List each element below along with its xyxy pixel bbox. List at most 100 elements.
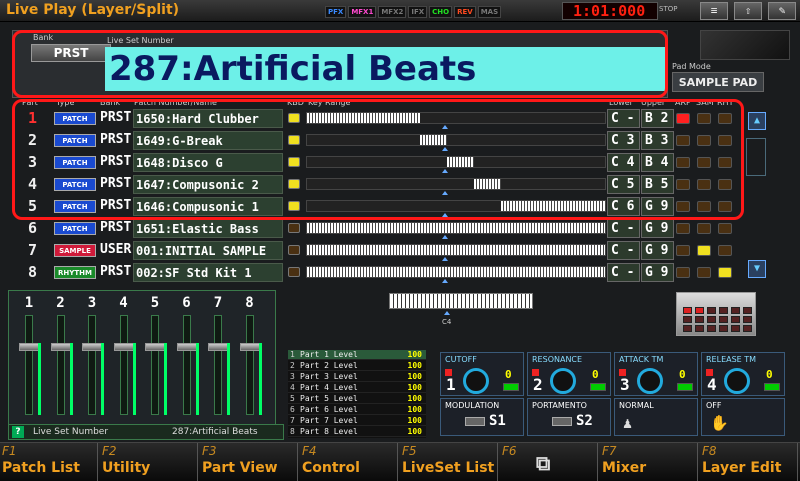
arp-switch[interactable]	[676, 267, 690, 278]
part-level-row[interactable]: 1 Part 1 Level 100	[288, 350, 426, 360]
part-row[interactable]: 7 SAMPLE USER 001:INITIAL SAMPLE C -G 9	[0, 240, 800, 262]
lower-key[interactable]: C -	[607, 241, 640, 260]
part-level-row[interactable]: 4 Part 4 Level 100	[288, 383, 426, 393]
rhy-switch[interactable]	[718, 245, 732, 256]
part-bank[interactable]: PRST	[100, 220, 131, 235]
switch-icon[interactable]: ✋	[710, 414, 729, 432]
control-switch[interactable]: PORTAMENTO S2	[527, 398, 611, 436]
function-key[interactable]: F6 ⧉	[500, 443, 598, 481]
kbd-switch[interactable]	[288, 267, 300, 277]
part-patch-name[interactable]: 001:INITIAL SAMPLE	[133, 241, 283, 260]
switch-button[interactable]	[465, 417, 485, 426]
knob-icon[interactable]	[463, 368, 489, 394]
fader-knob[interactable]	[176, 343, 197, 351]
scroll-track[interactable]	[746, 138, 766, 176]
kbd-switch[interactable]	[288, 245, 300, 255]
sam-switch[interactable]	[697, 223, 711, 234]
fader-knob[interactable]	[19, 343, 39, 351]
fader-track[interactable]	[245, 315, 254, 415]
sam-switch[interactable]	[697, 267, 711, 278]
fader-track[interactable]	[182, 315, 191, 415]
part-level-row[interactable]: 8 Part 8 Level 100	[288, 427, 426, 437]
sam-switch[interactable]	[697, 245, 711, 256]
sample-pad	[707, 325, 716, 332]
part-type-badge[interactable]: RHYTHM	[54, 266, 96, 279]
function-key[interactable]: F8 Layer Edit	[700, 443, 798, 481]
function-key-label: Part View	[202, 460, 278, 476]
fader-knob[interactable]	[113, 343, 134, 351]
mixer-channel: 2	[47, 295, 75, 419]
control-number: 1	[446, 375, 456, 394]
fader-knob[interactable]	[208, 343, 228, 351]
function-key[interactable]: F2 Utility	[100, 443, 198, 481]
control-knob[interactable]: RELEASE TM 4 0	[701, 352, 785, 396]
control-switch[interactable]: MODULATION S1	[440, 398, 524, 436]
keyboard-pointer	[444, 311, 450, 315]
lower-key[interactable]: C -	[607, 263, 640, 282]
part-patch-name[interactable]: 1651:Elastic Bass	[133, 219, 283, 238]
fader-track[interactable]	[151, 315, 159, 415]
fader-track[interactable]	[56, 315, 65, 415]
part-bank[interactable]: PRST	[100, 264, 131, 279]
part-level-row[interactable]: 5 Part 5 Level 100	[288, 394, 426, 404]
kbd-switch[interactable]	[288, 223, 300, 233]
upper-key[interactable]: G 9	[641, 219, 674, 238]
key-range-bar[interactable]	[306, 244, 606, 256]
part-number[interactable]: 8	[28, 263, 37, 281]
rhy-switch[interactable]	[718, 267, 732, 278]
control-switch[interactable]: NORMAL ♟	[614, 398, 698, 436]
part-level-row[interactable]: 2 Part 2 Level 100	[288, 361, 426, 371]
fader-knob[interactable]	[239, 343, 260, 351]
function-key[interactable]: F5 LiveSet List	[400, 443, 498, 481]
part-bank[interactable]: USER	[100, 242, 131, 257]
arp-switch[interactable]	[676, 223, 690, 234]
sample-pad	[695, 307, 704, 314]
upper-key[interactable]: G 9	[641, 263, 674, 282]
part-type-badge[interactable]: SAMPLE	[54, 244, 96, 257]
part-number[interactable]: 7	[28, 241, 37, 259]
lower-key[interactable]: C -	[607, 219, 640, 238]
fader-track[interactable]	[88, 315, 96, 415]
key-range-bar[interactable]	[306, 266, 606, 278]
scroll-down-button[interactable]: ▼	[748, 260, 766, 278]
part-row[interactable]: 8 RHYTHM PRST 002:SF Std Kit 1 C -G 9	[0, 262, 800, 284]
knob-icon[interactable]	[550, 368, 576, 394]
mixer-channel: 5	[141, 295, 169, 419]
pad-mode-button[interactable]: SAMPLE PAD	[672, 72, 764, 92]
function-key[interactable]: F7 Mixer	[600, 443, 698, 481]
upper-key[interactable]: G 9	[641, 241, 674, 260]
control-knob[interactable]: CUTOFF 1 0	[440, 352, 524, 396]
control-knob[interactable]: ATTACK TM 3 0	[614, 352, 698, 396]
scroll-up-button[interactable]: ▲	[748, 112, 766, 130]
write-icon[interactable]: ✎	[768, 2, 796, 20]
switch-icon[interactable]: ♟	[623, 414, 632, 432]
help-icon[interactable]: ?	[12, 426, 24, 438]
arp-switch[interactable]	[676, 245, 690, 256]
key-range-bar[interactable]	[306, 222, 606, 234]
part-type-badge[interactable]: PATCH	[54, 222, 96, 235]
switch-button[interactable]	[552, 417, 572, 426]
function-key[interactable]: F3 Part View	[200, 443, 298, 481]
up-icon[interactable]: ⇧	[734, 2, 762, 20]
function-key[interactable]: F4 Control	[300, 443, 398, 481]
status-bar: ? Live Set Number 287:Artificial Beats	[8, 424, 284, 440]
part-level-row[interactable]: 6 Part 6 Level 100	[288, 405, 426, 415]
knob-icon[interactable]	[724, 368, 750, 394]
menu-icon[interactable]: ≡	[700, 2, 728, 20]
fader-knob[interactable]	[145, 343, 165, 351]
part-row[interactable]: 6 PATCH PRST 1651:Elastic Bass C -G 9	[0, 218, 800, 240]
fader-track[interactable]	[214, 315, 222, 415]
fader-knob[interactable]	[50, 343, 71, 351]
control-switch[interactable]: OFF ✋	[701, 398, 785, 436]
function-key[interactable]: F1 Patch List	[0, 443, 98, 481]
fader-track[interactable]	[25, 315, 33, 415]
control-knob[interactable]: RESONANCE 2 0	[527, 352, 611, 396]
fader-knob[interactable]	[82, 343, 102, 351]
part-number[interactable]: 6	[28, 219, 37, 237]
part-level-row[interactable]: 7 Part 7 Level 100	[288, 416, 426, 426]
fader-track[interactable]	[119, 315, 128, 415]
rhy-switch[interactable]	[718, 223, 732, 234]
knob-icon[interactable]	[637, 368, 663, 394]
part-level-row[interactable]: 3 Part 3 Level 100	[288, 372, 426, 382]
part-patch-name[interactable]: 002:SF Std Kit 1	[133, 263, 283, 282]
